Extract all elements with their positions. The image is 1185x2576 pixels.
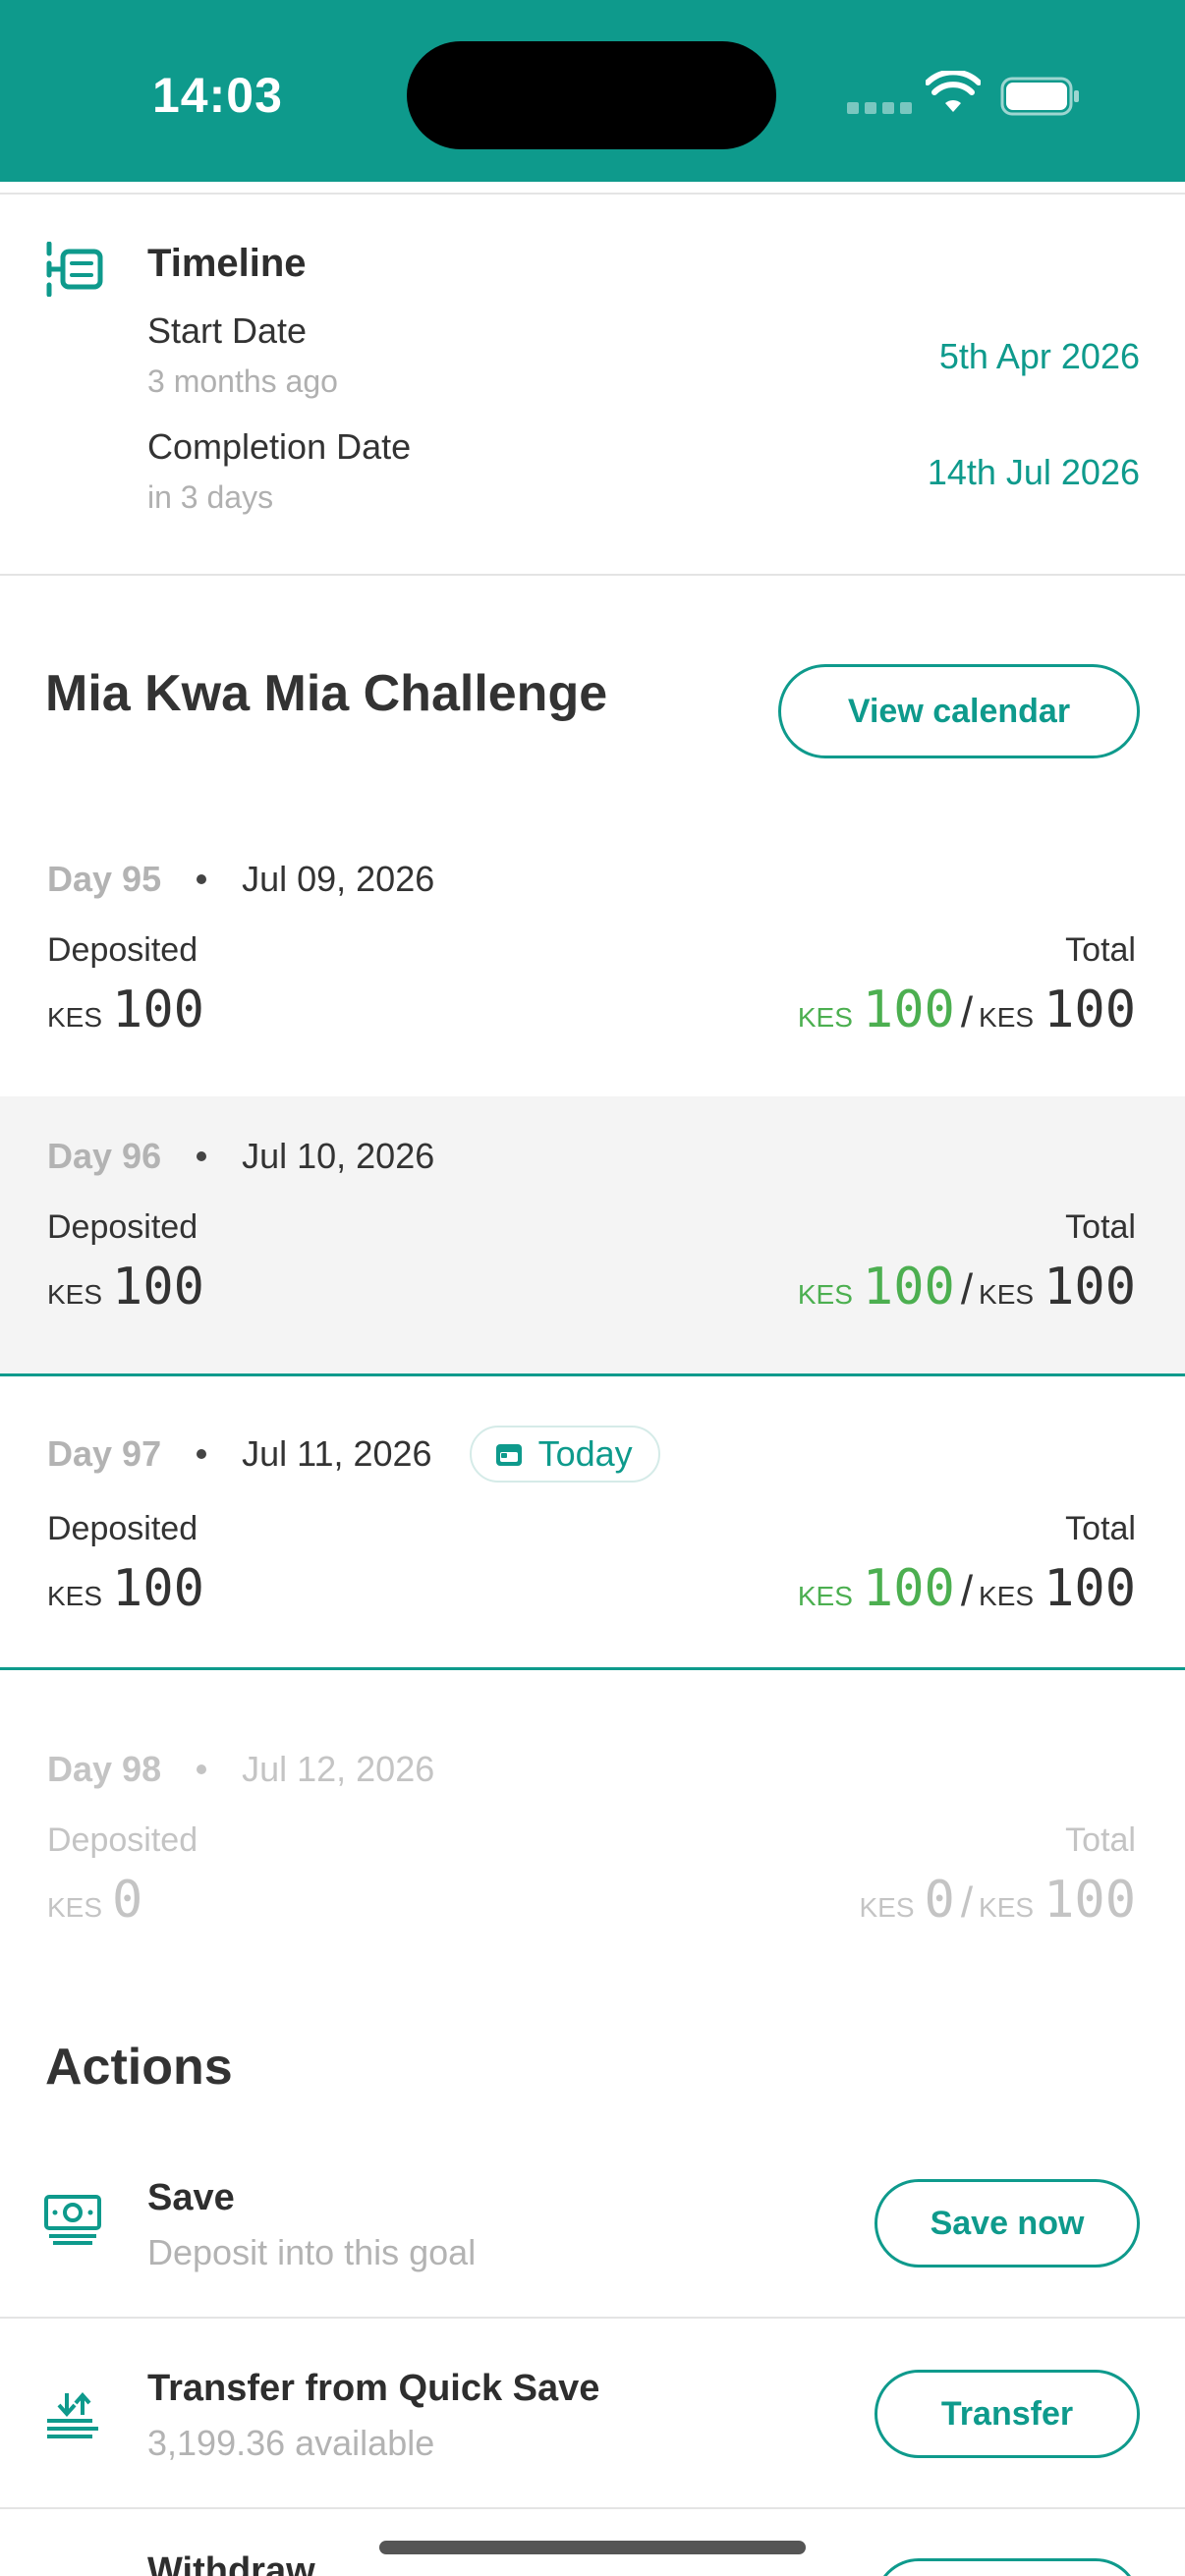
slash-separator: / <box>960 1567 974 1615</box>
transfer-action-subtitle: 3,199.36 available <box>147 2423 435 2463</box>
day-date: Jul 10, 2026 <box>242 1136 435 1176</box>
completion-date-label: Completion Date <box>147 426 412 467</box>
deposited-amount: KES 100 <box>47 1559 204 1618</box>
withdraw-button[interactable] <box>875 2558 1140 2576</box>
currency-label: KES <box>797 1002 853 1033</box>
day-number: Day 97 <box>47 1433 162 1474</box>
divider <box>0 2507 1185 2509</box>
cash-icon <box>44 2195 101 2245</box>
total-amount: KES 100 / KES 100 <box>798 1559 1136 1618</box>
deposited-value: 0 <box>112 1871 143 1930</box>
slash-separator: / <box>960 1265 974 1314</box>
day-row[interactable]: Day 98 Jul 12, 2026 Deposited Total KES … <box>0 1709 1185 1987</box>
timeline-title: Timeline <box>147 242 307 285</box>
day-header: Day 95 Jul 09, 2026 <box>47 859 434 900</box>
currency-label: KES <box>797 1581 853 1611</box>
deposited-amount: KES 100 <box>47 1258 204 1316</box>
deposited-value: 100 <box>112 1559 204 1618</box>
total-saved-value: 100 <box>862 1258 955 1316</box>
today-badge-label: Today <box>537 1433 633 1474</box>
withdraw-action-title: Withdraw <box>147 2550 315 2576</box>
status-time: 14:03 <box>152 68 283 123</box>
total-label: Total <box>1065 1510 1136 1547</box>
total-target-value: 100 <box>1044 980 1136 1039</box>
deposited-label: Deposited <box>47 1510 198 1547</box>
separator-dot <box>197 1764 207 1774</box>
deposited-value: 100 <box>112 980 204 1039</box>
total-label: Total <box>1065 931 1136 969</box>
deposited-label: Deposited <box>47 1821 198 1859</box>
deposited-amount: KES 0 <box>47 1871 142 1930</box>
completion-date-relative: in 3 days <box>147 479 274 515</box>
deposited-label: Deposited <box>47 931 198 969</box>
challenge-title: Mia Kwa Mia Challenge <box>45 665 608 722</box>
day-row[interactable]: Day 95 Jul 09, 2026 Deposited Total KES … <box>0 819 1185 1096</box>
day-header: Day 96 Jul 10, 2026 <box>47 1136 434 1177</box>
divider <box>0 193 1185 195</box>
total-saved-value: 100 <box>862 1559 955 1618</box>
currency-label: KES <box>979 1892 1035 1923</box>
day-date: Jul 12, 2026 <box>242 1749 435 1789</box>
total-saved-value: 100 <box>862 980 955 1039</box>
start-date-relative: 3 months ago <box>147 364 338 399</box>
total-target-value: 100 <box>1044 1871 1136 1930</box>
total-target-value: 100 <box>1044 1258 1136 1316</box>
slash-separator: / <box>960 988 974 1036</box>
home-indicator[interactable] <box>379 2541 806 2554</box>
currency-label: KES <box>47 1892 103 1923</box>
save-now-button[interactable]: Save now <box>875 2179 1140 2268</box>
total-target-value: 100 <box>1044 1559 1136 1618</box>
day-number: Day 95 <box>47 859 162 899</box>
day-number: Day 96 <box>47 1136 162 1176</box>
day-date: Jul 09, 2026 <box>242 859 435 899</box>
slash-separator: / <box>960 1878 974 1927</box>
separator-dot <box>197 874 207 884</box>
currency-label: KES <box>47 1279 103 1310</box>
view-calendar-button[interactable]: View calendar <box>778 664 1140 758</box>
transfer-action-title: Transfer from Quick Save <box>147 2368 600 2409</box>
start-date-label: Start Date <box>147 310 308 351</box>
separator-dot <box>197 1151 207 1161</box>
currency-label: KES <box>979 1279 1035 1310</box>
calendar-icon <box>495 1444 522 1466</box>
battery-icon <box>1000 77 1079 116</box>
day-date: Jul 11, 2026 <box>242 1433 432 1474</box>
total-saved-value: 0 <box>924 1871 955 1930</box>
start-date-value: 5th Apr 2026 <box>938 336 1140 376</box>
currency-label: KES <box>797 1279 853 1310</box>
total-amount: KES 0 / KES 100 <box>859 1871 1136 1930</box>
deposited-amount: KES 100 <box>47 980 204 1039</box>
total-label: Total <box>1065 1208 1136 1246</box>
status-bar: 14:03 <box>0 0 1185 182</box>
save-action-title: Save <box>147 2177 235 2218</box>
wifi-icon <box>926 71 981 112</box>
separator-dot <box>197 1449 207 1459</box>
currency-label: KES <box>47 1581 103 1611</box>
day-row-today[interactable]: Day 97 Jul 11, 2026 Today Deposited Tota… <box>0 1373 1185 1670</box>
divider <box>0 574 1185 576</box>
completion-date-value: 14th Jul 2026 <box>927 452 1140 492</box>
total-label: Total <box>1065 1821 1136 1859</box>
transfer-icon <box>47 2391 98 2438</box>
dynamic-island <box>407 41 776 149</box>
day-row[interactable]: Day 96 Jul 10, 2026 Deposited Total KES … <box>0 1096 1185 1373</box>
day-number: Day 98 <box>47 1749 162 1789</box>
divider <box>0 2317 1185 2319</box>
total-amount: KES 100 / KES 100 <box>798 980 1136 1039</box>
currency-label: KES <box>979 1581 1035 1611</box>
cellular-signal-icon <box>847 102 912 114</box>
transfer-button[interactable]: Transfer <box>875 2370 1140 2458</box>
save-action-subtitle: Deposit into this goal <box>147 2232 477 2272</box>
deposited-label: Deposited <box>47 1208 198 1246</box>
total-amount: KES 100 / KES 100 <box>798 1258 1136 1316</box>
currency-label: KES <box>859 1892 915 1923</box>
deposited-value: 100 <box>112 1258 204 1316</box>
day-header: Day 97 Jul 11, 2026 Today <box>47 1426 660 1483</box>
currency-label: KES <box>979 1002 1035 1033</box>
day-header: Day 98 Jul 12, 2026 <box>47 1749 434 1790</box>
timeline-icon <box>46 242 103 297</box>
today-badge: Today <box>469 1426 660 1483</box>
actions-title: Actions <box>45 2039 233 2096</box>
currency-label: KES <box>47 1002 103 1033</box>
